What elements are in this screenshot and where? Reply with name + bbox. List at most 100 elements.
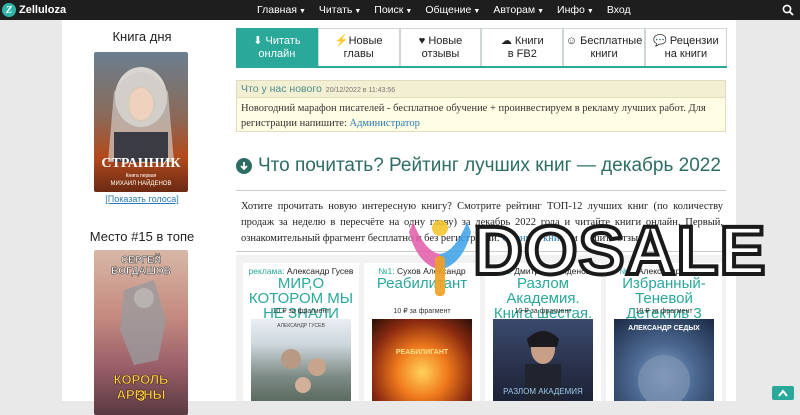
tab-line: 💬 Рецензии	[646, 35, 726, 48]
news-header: Что у нас нового 20/12/2022 в 11:43:56	[237, 81, 725, 98]
brand-name: Zelluloza	[19, 4, 67, 16]
arrow-circle-down-icon	[236, 158, 252, 174]
menu-item-info[interactable]: Инфо ▼	[557, 4, 594, 16]
sidebar: Книга дня СТРАННИК Книга первая МИХАИЛ Н…	[62, 20, 222, 415]
show-votes-link[interactable]: [Показать голоса]	[62, 194, 222, 204]
scroll-to-top-button[interactable]	[772, 386, 794, 400]
tab-line: ⚡Новые	[319, 35, 399, 48]
page-title: Что почитать? Рейтинг лучших книг — дека…	[236, 155, 726, 177]
cover-subtitle: Книга первая	[125, 173, 157, 179]
book-cover[interactable]: АЛЕКСАНДР СЕДЫХ	[614, 319, 714, 401]
main-menu: Главная ▼ Читать ▼ Поиск ▼ Общение ▼ Авторам…	[257, 0, 631, 20]
menu-label: Главная	[257, 4, 297, 16]
tab-read-online[interactable]: ⬇ Читать онлайн	[236, 28, 318, 66]
admin-link[interactable]: Администратор	[349, 118, 419, 129]
heart-icon: ♥	[418, 34, 426, 47]
comments-icon: 💬	[653, 34, 667, 47]
book-of-day-title: Книга дня	[112, 29, 172, 44]
book-title[interactable]: Реабилитант	[364, 276, 480, 291]
tabs-underline	[236, 66, 727, 68]
arrow-up-icon	[778, 389, 788, 397]
menu-item-authors[interactable]: Авторам ▼	[493, 4, 544, 16]
cover-text: РЕАБИЛИГАНТ	[395, 349, 449, 356]
book-of-day-cover[interactable]: СТРАННИК Книга первая МИХАИЛ НАЙДЕНОВ	[94, 52, 188, 192]
top-place-title: Место #15 в топе	[89, 229, 195, 244]
intro-tail: и пишите отзывы)	[569, 233, 654, 244]
news-body: Новогодний марафон писателей - бесплатно…	[241, 101, 721, 131]
menu-label: Вход	[606, 4, 631, 16]
book-cover[interactable]: РАЗЛОМ АКАДЕМИЯ	[493, 319, 593, 401]
search-icon[interactable]	[782, 4, 794, 16]
tab-line: ⬇ Читать	[237, 35, 317, 48]
tab-label: Новые	[428, 34, 463, 47]
book-card[interactable]: №3: Александр Седых Избранный-Теневой Де…	[606, 263, 722, 401]
book-price: 10 ₽ за фрагмент	[514, 308, 572, 315]
news-text: Новогодний марафон писателей - бесплатно…	[241, 103, 706, 129]
tab-line: ♥ Новые	[401, 35, 481, 48]
menu-item-search[interactable]: Поиск ▼	[374, 4, 412, 16]
cover-author: МИХАИЛ НАЙДЕНОВ	[110, 181, 172, 187]
divider	[236, 190, 726, 191]
cover-text: РАЗЛОМ АКАДЕМИЯ	[503, 387, 583, 396]
brand-logo[interactable]: Z Zelluloza	[2, 1, 66, 19]
tab-new-reviews[interactable]: ♥ Новые отзывы	[399, 28, 482, 66]
tab-label: Новые	[348, 34, 383, 47]
caret-down-icon: ▼	[298, 8, 306, 15]
tab-label: отзывы	[421, 47, 460, 60]
top-books-grid: реклама: Александр Гусев МИР,О КОТОРОМ М…	[236, 255, 726, 401]
tab-label: онлайн	[258, 47, 296, 60]
menu-item-home[interactable]: Главная ▼	[257, 4, 306, 16]
menu-label: Инфо	[557, 4, 585, 16]
tab-book-reviews[interactable]: 💬 Рецензии на книги	[644, 28, 727, 66]
logo-icon: Z	[2, 3, 16, 17]
book-card[interactable]: №1: Сухов Александр Реабилитант 10 ₽ за …	[364, 263, 480, 401]
news-date: 20/12/2022 в 11:43:56	[325, 87, 396, 94]
top-place-cover[interactable]: СЕРГЕЙ БОГДАШОВ КОРОЛЬ АРЕНЫ 3	[94, 250, 188, 415]
menu-item-login[interactable]: Вход	[607, 4, 631, 16]
cloud-download-icon: ☁	[500, 34, 512, 47]
menu-label: Читать	[318, 4, 353, 16]
tab-fb2-books[interactable]: ☁ Книги в FB2	[481, 28, 564, 66]
caret-down-icon: ▼	[354, 8, 362, 15]
page-title-text: Что почитать? Рейтинг лучших книг — дека…	[258, 155, 721, 176]
cover-art	[281, 349, 326, 393]
book-price: 10 ₽ за фрагмент	[635, 308, 693, 315]
section-tabs: ⬇ Читать онлайн ⚡Новые главы ♥ Новые отз…	[236, 28, 727, 68]
tab-label: книги	[590, 47, 618, 60]
rate-books-link[interactable]: Оцените книги	[502, 233, 569, 244]
caret-down-icon: ▼	[586, 8, 594, 15]
menu-label: Поиск	[374, 4, 404, 16]
tab-free-books[interactable]: ☺ Бесплатные книги	[563, 28, 645, 66]
cover-number: 3	[136, 388, 146, 406]
book-price: 10 ₽ за фрагмент	[393, 308, 451, 315]
menu-item-community[interactable]: Общение ▼	[425, 4, 480, 16]
tab-line: ☁ Книги	[482, 35, 562, 48]
intro-text: Хотите прочитать новую интересную книгу?…	[241, 199, 723, 247]
smile-icon: ☺	[565, 34, 578, 47]
bolt-icon: ⚡	[334, 34, 349, 47]
news-box: Что у нас нового 20/12/2022 в 11:43:56 Но…	[236, 80, 726, 132]
book-card[interactable]: №2: Дмитрий Найденов Разлом Академия. Кн…	[485, 263, 601, 401]
tab-label: Книги	[514, 34, 544, 47]
tab-label: в FB2	[507, 47, 537, 60]
menu-item-read[interactable]: Читать ▼	[319, 4, 361, 16]
rank-label: №2:	[495, 266, 512, 276]
caret-down-icon: ▼	[405, 8, 413, 15]
tab-new-chapters[interactable]: ⚡Новые главы	[317, 28, 400, 66]
book-card[interactable]: реклама: Александр Гусев МИР,О КОТОРОМ М…	[243, 263, 359, 401]
top-navbar: Z Zelluloza Главная ▼ Читать ▼ Поиск ▼ Обще…	[0, 0, 800, 20]
tab-label: на книги	[664, 47, 708, 60]
book-cover[interactable]: РЕАБИЛИГАНТ	[372, 319, 472, 401]
caret-down-icon: ▼	[473, 8, 481, 15]
tab-label: Читать	[265, 34, 301, 47]
book-cover[interactable]: АЛЕКСАНДР ГУСЕВ	[251, 319, 351, 401]
tab-label: Рецензии	[669, 34, 719, 47]
menu-label: Общение	[425, 4, 472, 16]
divider	[236, 251, 726, 252]
caret-down-icon: ▼	[537, 8, 545, 15]
cover-art	[638, 355, 690, 401]
book-price: 10 ₽ за фрагмент	[272, 308, 330, 315]
tab-label: Бесплатные	[580, 34, 643, 47]
tab-line: ☺ Бесплатные	[564, 35, 644, 48]
arrow-circle-icon: ⬇	[253, 34, 263, 47]
